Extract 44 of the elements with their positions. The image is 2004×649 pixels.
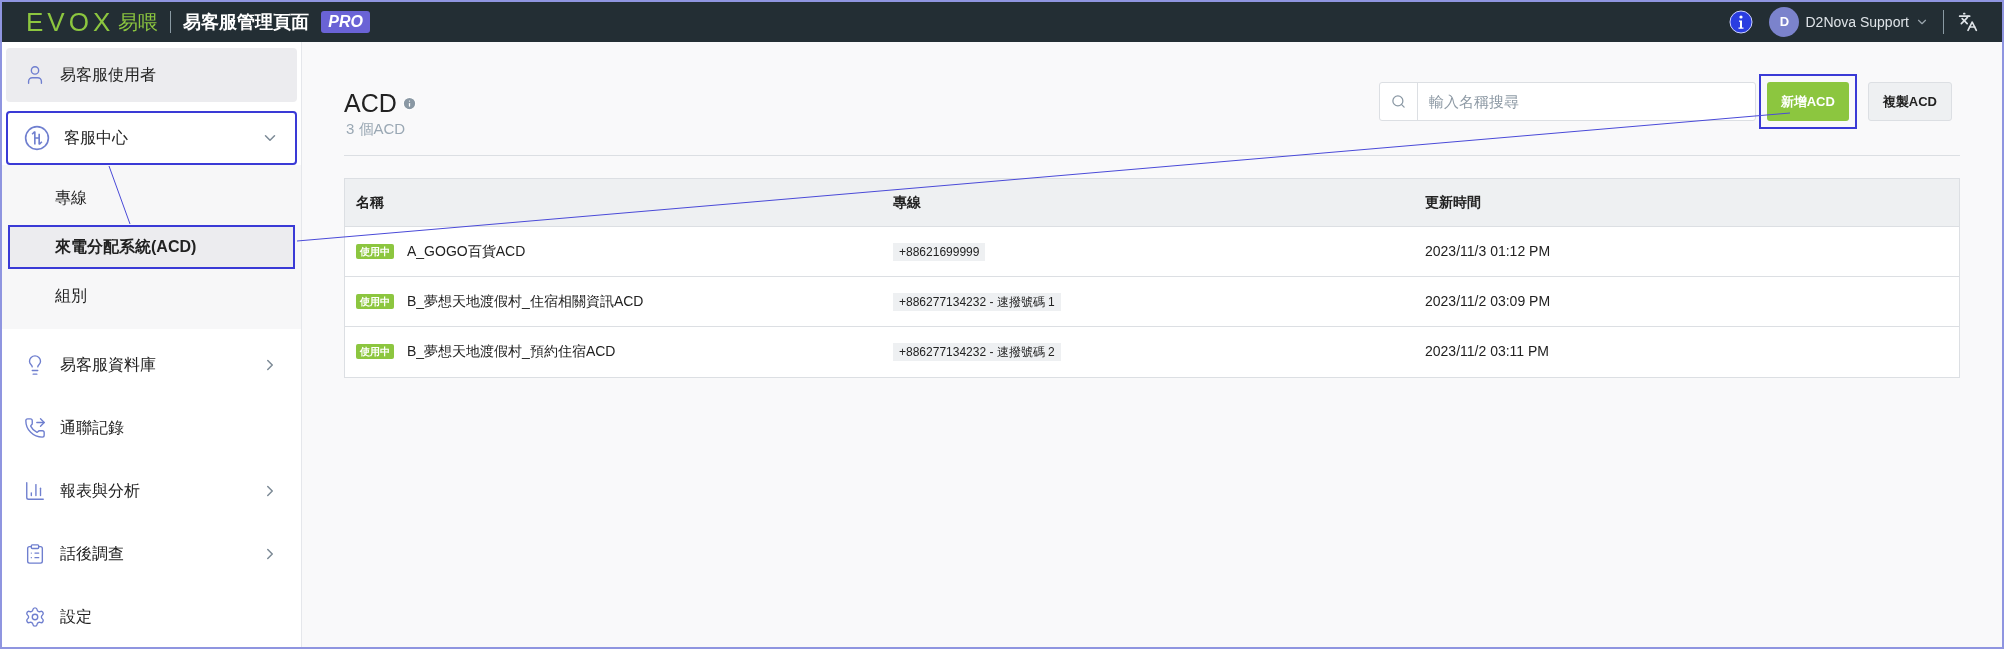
pro-badge: PRO <box>321 11 370 33</box>
info-icon[interactable] <box>1729 10 1754 34</box>
copy-button[interactable]: 複製ACD <box>1867 82 1952 121</box>
settings-icon <box>24 606 46 628</box>
sidebar-item[interactable]: 設定 <box>6 590 297 644</box>
sidebar-item[interactable]: 易客服資料庫 <box>6 338 297 392</box>
search-field[interactable]: 輸入名稱搜尋 <box>1378 82 1756 121</box>
logo: EVOX <box>26 5 115 39</box>
sidebar-subitem[interactable]: 來電分配系統(ACD) <box>8 225 295 269</box>
sidebar-item[interactable]: 易客服使用者 <box>6 48 297 102</box>
column-header: 專線 <box>892 192 922 212</box>
acd-count: 3 個ACD <box>346 119 407 139</box>
status-badge: 使用中 <box>356 293 394 309</box>
table-cell-text: B_夢想天地渡假村_預約住宿ACD <box>407 342 616 361</box>
sidebar-subitem[interactable]: 專線 <box>8 176 295 220</box>
transfer-icon <box>24 125 50 151</box>
line-tag: +886277134232 - 速撥號碼 1 <box>893 292 1061 311</box>
column-header: 名稱 <box>355 192 385 212</box>
status-badge: 使用中 <box>356 344 394 359</box>
table-cell-text: B_夢想天地渡假村_住宿相關資訊ACD <box>407 291 644 311</box>
line-tag: +88621699999 <box>893 242 986 261</box>
table-cell-text: 2023/11/2 03:11 PM <box>1424 342 1550 361</box>
avatar: D <box>1769 7 1800 37</box>
line-tag: +886277134232 - 速撥號碼 2 <box>893 343 1061 361</box>
sidebar-item[interactable]: 報表與分析 <box>6 464 297 518</box>
clipboard-icon <box>24 543 46 565</box>
column-header: 更新時間 <box>1424 192 1481 212</box>
sidebar-item[interactable]: 通聯記錄 <box>6 401 297 455</box>
page-title: ACD <box>344 88 397 118</box>
status-badge: 使用中 <box>356 243 394 259</box>
table-cell-text: 2023/11/3 01:12 PM <box>1424 241 1551 261</box>
table-cell-text: A_GOGO百貨ACD <box>407 241 526 261</box>
leader-line <box>108 165 131 225</box>
table-cell-text: 2023/11/2 03:09 PM <box>1424 291 1551 311</box>
app-title: 易客服管理頁面 <box>183 10 310 34</box>
phone-icon <box>24 417 46 439</box>
search-icon <box>1390 94 1406 109</box>
sidebar-subitem[interactable]: 組別 <box>8 274 295 318</box>
logo-text: 易喂 <box>118 10 159 35</box>
user-menu[interactable]: D D2Nova Support <box>1769 7 1929 37</box>
sidebar-item[interactable]: 客服中心 <box>6 111 297 165</box>
translate-icon[interactable] <box>1958 12 1978 32</box>
bar-chart-icon <box>24 480 46 502</box>
sidebar-item[interactable]: 話後調查 <box>6 527 297 581</box>
